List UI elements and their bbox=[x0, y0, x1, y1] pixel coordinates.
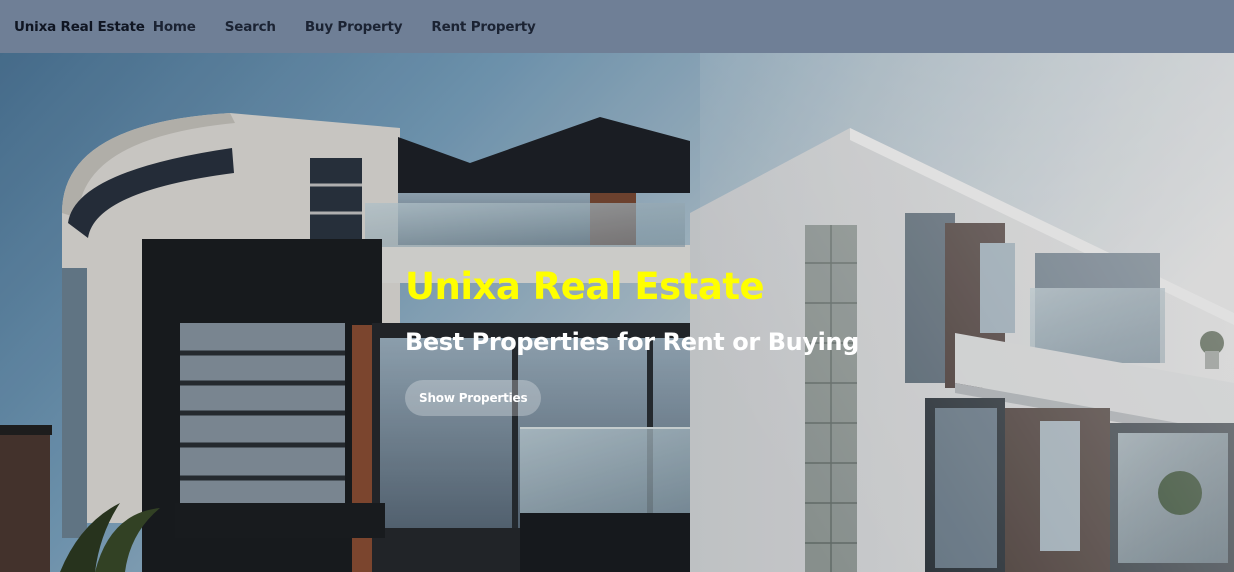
nav-link-home[interactable]: Home bbox=[153, 19, 196, 35]
brand-link[interactable]: Unixa Real Estate bbox=[14, 19, 145, 35]
nav-link-buy-property[interactable]: Buy Property bbox=[305, 19, 403, 35]
nav-link-rent-property[interactable]: Rent Property bbox=[431, 19, 535, 35]
nav-link-search[interactable]: Search bbox=[225, 19, 276, 35]
hero-subtitle: Best Properties for Rent or Buying bbox=[405, 328, 859, 356]
show-properties-button[interactable]: Show Properties bbox=[405, 380, 542, 416]
hero-section: Unixa Real Estate Best Properties for Re… bbox=[0, 53, 1234, 572]
hero-content: Unixa Real Estate Best Properties for Re… bbox=[405, 263, 859, 416]
hero-title: Unixa Real Estate bbox=[405, 265, 765, 308]
navbar: Unixa Real Estate Home Search Buy Proper… bbox=[0, 0, 1234, 53]
